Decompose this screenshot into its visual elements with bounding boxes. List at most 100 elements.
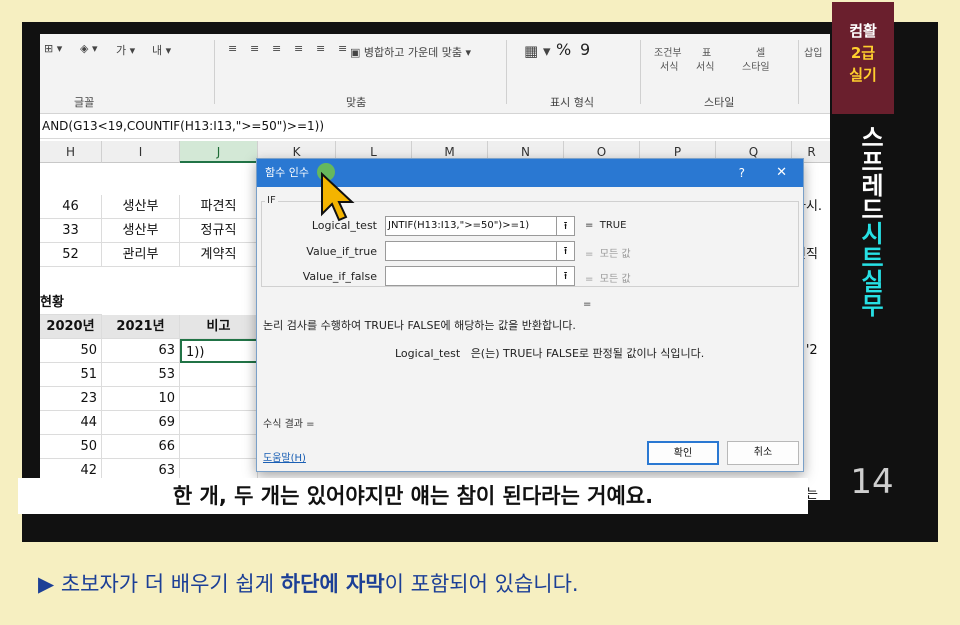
cell-style-label: 스타일	[742, 62, 770, 73]
table-format-button[interactable]: 표	[702, 44, 711, 59]
eq-sign: =	[585, 249, 600, 260]
cell-h-3[interactable]: 52	[40, 243, 102, 267]
font-color-button[interactable]: 가 ▾	[116, 42, 135, 58]
cell-j-r5[interactable]	[180, 435, 258, 459]
fill-color-button[interactable]: ◈ ▾	[80, 42, 97, 55]
ribbon-divider	[640, 40, 641, 104]
section-label: 현황	[40, 291, 102, 315]
caption: ▶ 초보자가 더 배우기 쉽게 하단에 자막이 포함되어 있습니다.	[38, 568, 579, 598]
badge-line: 실기	[849, 66, 877, 84]
formula-result-label: 수식 결과 =	[263, 419, 315, 430]
cell-i-1[interactable]: 생산부	[102, 195, 180, 219]
header-remark: 비고	[180, 315, 258, 339]
cell-i-2[interactable]: 생산부	[102, 219, 180, 243]
close-icon[interactable]: ✕	[776, 159, 787, 187]
cell-i-3[interactable]: 관리부	[102, 243, 180, 267]
play-arrow-icon: ▶	[38, 572, 55, 596]
header-2020: 2020년	[40, 315, 102, 339]
merge-icon: ▣	[350, 46, 364, 59]
cell-i-r2[interactable]: 53	[102, 363, 180, 387]
cell-h-r2[interactable]: 51	[40, 363, 102, 387]
group-number-label: 표시 형식	[550, 96, 594, 109]
border-button[interactable]: ⊞ ▾	[44, 42, 62, 55]
value-if-true-result: = 모든 값	[585, 249, 631, 260]
dialog-title: 함수 인수	[265, 166, 309, 179]
group-style-label: 스타일	[704, 96, 735, 109]
help-link[interactable]: 도움말(H)	[263, 449, 306, 464]
percent-button[interactable]: %	[556, 40, 571, 59]
cell-i-r1[interactable]: 63	[102, 339, 180, 363]
badge-line: 2급	[850, 44, 876, 62]
conditional-format-label: 서식	[660, 62, 679, 73]
badge-line: 컴활	[849, 22, 877, 40]
argument-description: Logical_test 은(는) TRUE나 FALSE로 판정될 값이나 식…	[395, 345, 704, 361]
value-if-false-result: = 모든 값	[585, 274, 631, 285]
course-badge: 컴활 2급 실기	[832, 2, 894, 114]
collapse-icon[interactable]: ⭱	[557, 216, 575, 236]
align-right-icon[interactable]: ≡	[338, 42, 347, 55]
cell-h-1[interactable]: 46	[40, 195, 102, 219]
cell-style-button[interactable]: 셀	[756, 44, 765, 59]
cell-h-2[interactable]: 33	[40, 219, 102, 243]
lesson-number: 14	[850, 462, 894, 502]
overall-result-eq: =	[583, 299, 592, 310]
eq-sign: =	[585, 220, 600, 231]
collapse-icon[interactable]: ⭱	[557, 266, 575, 286]
active-cell[interactable]: 1))	[180, 339, 258, 363]
cell-h-r4[interactable]: 44	[40, 411, 102, 435]
ribbon-divider	[214, 40, 215, 104]
cell-j-1[interactable]: 파견직	[180, 195, 258, 219]
cell-i-r4[interactable]: 69	[102, 411, 180, 435]
ribbon: ⊞ ▾ ◈ ▾ 가 ▾ 내 ▾ 글꼴 ≡ ≡ ≡ ≡ ≡ ≡ ▣ 병합하고 가운…	[40, 34, 830, 114]
function-description: 논리 검사를 수행하여 TRUE나 FALSE에 해당하는 값을 반환합니다.	[263, 319, 576, 332]
cell-i-r5[interactable]: 66	[102, 435, 180, 459]
conditional-format-button[interactable]: 조건부	[654, 44, 682, 59]
value-if-true-input[interactable]	[385, 241, 557, 261]
ok-button[interactable]: 확인	[647, 441, 719, 465]
col-header-j[interactable]: J	[180, 141, 258, 163]
currency-button[interactable]: ▦ ▾	[524, 42, 550, 60]
eq-sign: =	[585, 274, 600, 285]
vertical-course-title: 스프레드시트실무	[843, 125, 885, 317]
cell-h-r5[interactable]: 50	[40, 435, 102, 459]
align-middle-icon[interactable]: ≡	[250, 42, 259, 55]
formula-bar[interactable]: AND(G13<19,COUNTIF(H13:I13,">=50")>=1))	[40, 115, 830, 139]
header-2021: 2021년	[102, 315, 180, 339]
indent-button[interactable]: 내 ▾	[152, 42, 171, 58]
cell-j-3[interactable]: 계약직	[180, 243, 258, 267]
video-subtitle: 한 개, 두 개는 있어야지만 얘는 참이 된다라는 거예요.	[18, 478, 808, 514]
align-top-icon[interactable]: ≡	[228, 42, 237, 55]
logical-test-input[interactable]: JNTIF(H13:I13,">=50")>=1)	[385, 216, 557, 236]
caption-text: 이 포함되어 있습니다.	[384, 572, 579, 596]
cell-h-r3[interactable]: 23	[40, 387, 102, 411]
cell-j-r4[interactable]	[180, 411, 258, 435]
ribbon-divider	[798, 40, 799, 104]
title-part: 스프레드	[856, 125, 884, 221]
mouse-cursor-icon	[317, 163, 355, 222]
merge-center-button[interactable]: ▣ 병합하고 가운데 맞춤 ▾	[350, 44, 471, 60]
collapse-icon[interactable]: ⭱	[557, 241, 575, 261]
col-header-h[interactable]: H	[40, 141, 102, 163]
help-button[interactable]: ?	[739, 159, 745, 187]
cell-i-r3[interactable]: 10	[102, 387, 180, 411]
arg-label-value-if-true: Value_if_true	[306, 245, 377, 258]
col-header-i[interactable]: I	[102, 141, 180, 163]
align-left-icon[interactable]: ≡	[294, 42, 303, 55]
cell-j-2[interactable]: 정규직	[180, 219, 258, 243]
cell-h-r1[interactable]: 50	[40, 339, 102, 363]
value-if-false-input[interactable]	[385, 266, 557, 286]
align-center-icon[interactable]: ≡	[316, 42, 325, 55]
comma-button[interactable]: 9	[580, 40, 590, 59]
cancel-button[interactable]: 취소	[727, 441, 799, 465]
cell-j-r2[interactable]	[180, 363, 258, 387]
group-font-label: 글꼴	[74, 96, 95, 109]
caption-emphasis: 하단에 자막	[280, 572, 385, 596]
title-part: 실무	[856, 269, 884, 317]
insert-button[interactable]: 삽입	[804, 44, 822, 59]
table-format-label: 서식	[696, 62, 715, 73]
arg-description-text: 은(는) TRUE나 FALSE로 판정될 값이나 식입니다.	[470, 347, 705, 360]
cell-j-r3[interactable]	[180, 387, 258, 411]
function-name: IF	[265, 195, 278, 206]
ribbon-divider	[506, 40, 507, 104]
align-bottom-icon[interactable]: ≡	[272, 42, 281, 55]
